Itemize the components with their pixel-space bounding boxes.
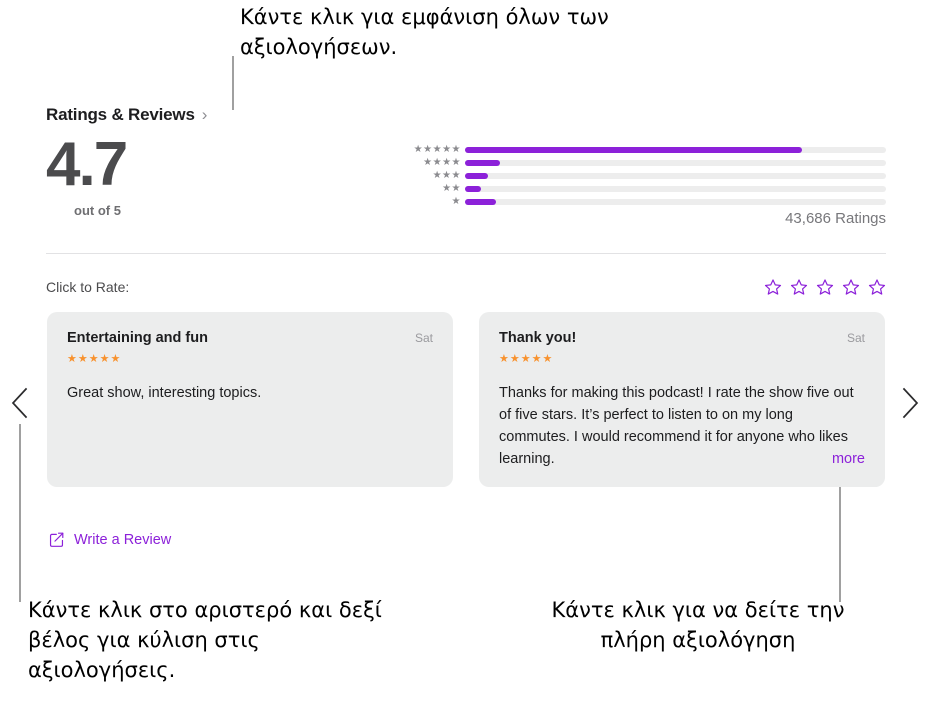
- histogram-fill: [465, 147, 802, 153]
- ratings-count-label: 43,686 Ratings: [785, 210, 886, 227]
- histogram-star-label: ★★★: [432, 170, 461, 181]
- write-review-label: Write a Review: [74, 531, 172, 548]
- callout-bottom-left-leader-line: [19, 424, 21, 602]
- rate-star-4[interactable]: [842, 278, 860, 296]
- chevron-left-icon[interactable]: [8, 386, 32, 420]
- ratings-summary: 4.7 out of 5 ★★★★★ ★★★★ ★★★ ★★ ★ 43,686 …: [46, 134, 886, 239]
- histogram-track: [465, 147, 886, 153]
- chevron-right-icon[interactable]: [898, 386, 922, 420]
- review-rating-stars: ★★★★★: [67, 353, 122, 365]
- callout-bottom-right-leader-line: [839, 474, 841, 602]
- histogram-row: ★★: [389, 183, 886, 195]
- histogram-row: ★: [389, 196, 886, 208]
- chevron-right-icon: ›: [201, 104, 208, 124]
- review-title: Entertaining and fun: [67, 330, 208, 346]
- write-review-button[interactable]: Write a Review: [48, 531, 171, 548]
- histogram-star-label: ★★★★: [423, 157, 461, 168]
- compose-icon: [48, 531, 65, 548]
- callout-bottom-left-text: Κάντε κλικ στο αριστερό και δεξί βέλος γ…: [28, 598, 382, 682]
- histogram-row: ★★★★★: [389, 144, 886, 156]
- rate-star-3[interactable]: [816, 278, 834, 296]
- histogram-fill: [465, 199, 497, 205]
- rate-star-2[interactable]: [790, 278, 808, 296]
- histogram-track: [465, 173, 886, 179]
- average-score-outof: out of 5: [74, 203, 121, 218]
- review-date: Sat: [846, 331, 865, 345]
- histogram-track: [465, 199, 886, 205]
- click-to-rate-stars[interactable]: [764, 278, 886, 296]
- histogram-row: ★★★: [389, 170, 886, 182]
- rating-histogram: ★★★★★ ★★★★ ★★★ ★★ ★: [389, 144, 886, 209]
- review-rating-stars: ★★★★★: [499, 353, 554, 365]
- click-to-rate-label: Click to Rate:: [46, 279, 130, 295]
- histogram-star-label: ★★: [442, 183, 461, 194]
- average-score-value: 4.7: [46, 130, 128, 199]
- review-card-header: Thank you! Sat: [499, 330, 865, 346]
- callout-top-leader-line: [232, 56, 234, 110]
- rate-star-1[interactable]: [764, 278, 782, 296]
- histogram-star-label: ★★★★★: [413, 144, 461, 155]
- histogram-fill: [465, 186, 481, 192]
- review-body: Thanks for making this podcast! I rate t…: [499, 385, 854, 467]
- click-to-rate-row: Click to Rate:: [46, 278, 886, 296]
- histogram-fill: [465, 160, 501, 166]
- review-date: Sat: [414, 331, 433, 345]
- rate-star-5[interactable]: [868, 278, 886, 296]
- review-title: Thank you!: [499, 330, 577, 346]
- histogram-track: [465, 160, 886, 166]
- review-card[interactable]: Thank you! Sat ★★★★★ Thanks for making t…: [479, 312, 885, 487]
- page-title: Ratings & Reviews: [46, 105, 195, 124]
- ratings-reviews-header[interactable]: Ratings & Reviews ›: [46, 105, 207, 125]
- histogram-fill: [465, 173, 489, 179]
- average-score-block: 4.7 out of 5: [46, 130, 149, 219]
- review-body: Great show, interesting topics.: [67, 385, 262, 401]
- callout-top-text: Κάντε κλικ για εμφάνιση όλων των αξιολογ…: [240, 5, 609, 59]
- review-card-header: Entertaining and fun Sat: [67, 330, 433, 346]
- histogram-track: [465, 186, 886, 192]
- histogram-star-label: ★: [451, 196, 461, 207]
- histogram-row: ★★★★: [389, 157, 886, 169]
- more-link[interactable]: more: [832, 451, 865, 467]
- review-card[interactable]: Entertaining and fun Sat ★★★★★ Great sho…: [47, 312, 453, 487]
- callout-bottom-right-text: Κάντε κλικ για να δείτε την πλήρη αξιολό…: [551, 598, 845, 652]
- section-divider: [46, 253, 886, 254]
